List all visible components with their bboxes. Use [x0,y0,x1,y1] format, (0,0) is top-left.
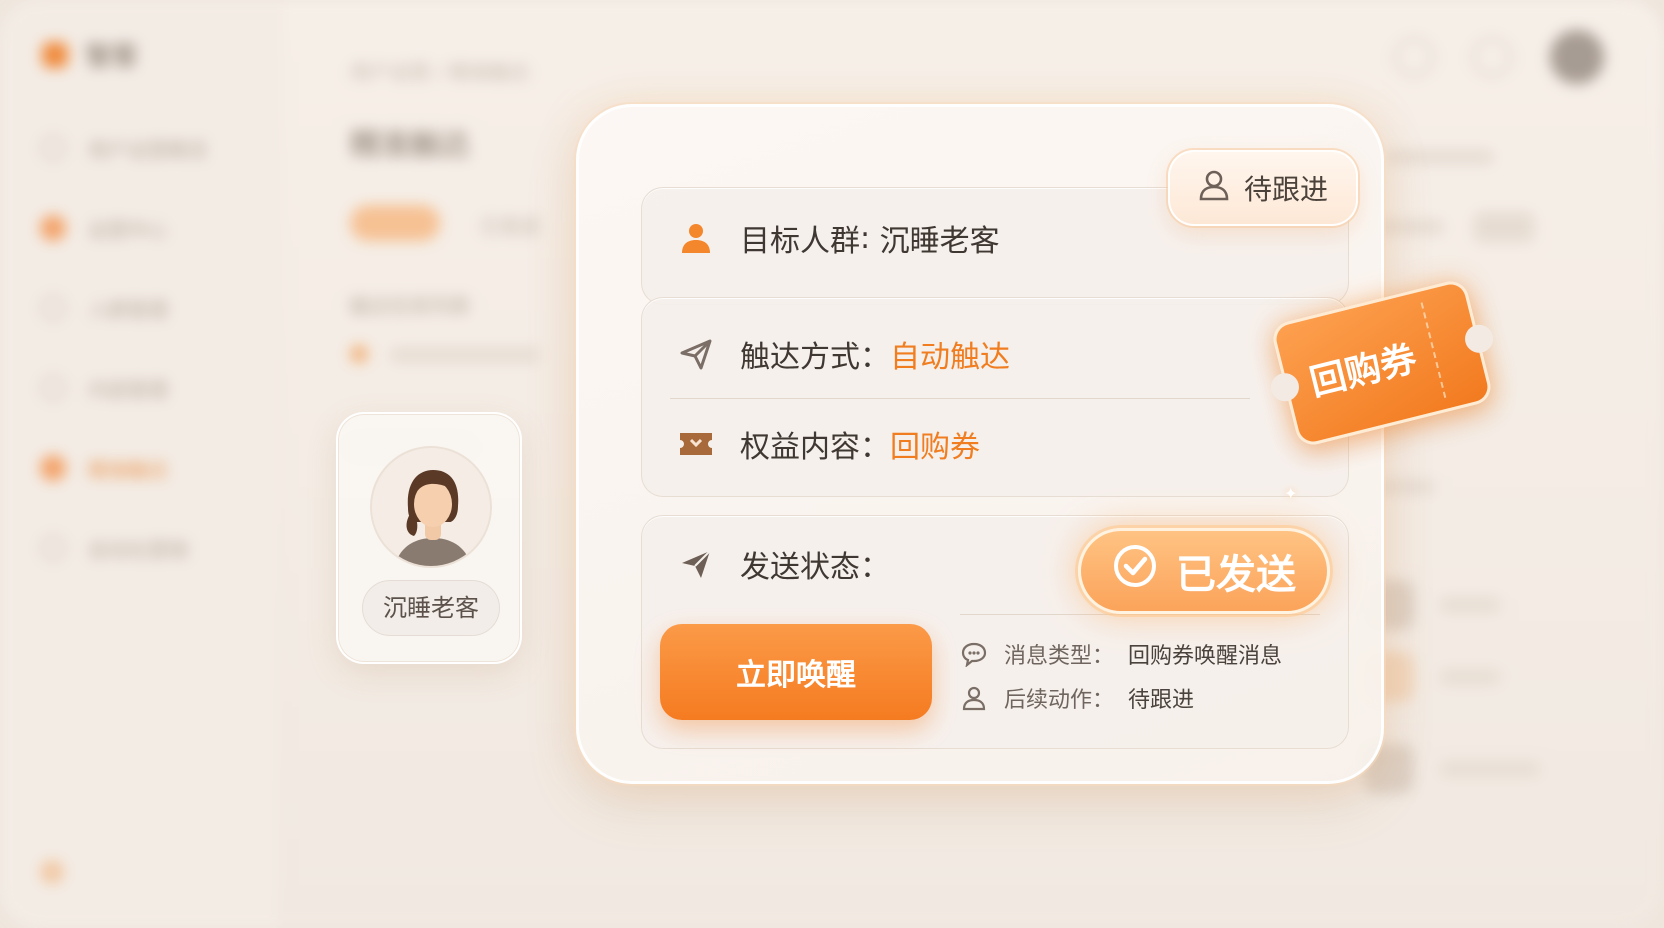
sidebar-item-label: 内容管理 [88,377,168,402]
right-panel [1364,140,1604,840]
sparkle-icon: ✦ [1284,484,1298,503]
sidebar-item-operations[interactable]: 运营中心 [40,188,208,268]
settings-icon[interactable] [1472,37,1512,77]
nav-icon [40,455,66,481]
sidebar-item-label: 自动化营销 [88,537,188,562]
nav-icon [40,535,66,561]
send-icon [678,546,714,582]
chat-bubble-icon [960,640,988,668]
message-type-row: 消息类型 ： 回购券唤醒消息 [960,638,1282,670]
sidebar-footer [40,860,64,884]
sidebar: 智客 用户运营概览 运营中心 人群管理 内容管理 精准触达 自动化营销 [0,0,280,928]
colon: : [860,220,880,256]
target-label: 目标人群 [740,224,860,259]
channel-value: 自动触达 [890,340,1010,375]
logo-icon [42,41,68,68]
placeholder-line [390,348,540,362]
filter-pill[interactable] [350,205,440,241]
app-logo: 智客 [42,36,138,73]
brand-name: 智客 [86,42,139,72]
avatar[interactable] [1550,30,1604,84]
follow-up-value: 待跟进 [1128,688,1195,713]
woman-avatar-icon [372,448,490,566]
follow-up-label: 后续动作 [1004,688,1093,713]
delivery-section: 触达方式 ： 自动触达 权益内容 ： 回购券 [641,297,1349,497]
nav-icon [40,295,66,321]
sidebar-item-label: 精准触达 [88,457,168,482]
list-item [1364,744,1540,794]
target-value: 沉睡老客 [879,224,1000,259]
colon: ： [1092,688,1115,713]
placeholder-line [1440,670,1500,684]
colon: ： [1092,644,1115,669]
status-dot [350,345,368,363]
status-row: 发送状态 ： [678,542,890,586]
placeholder-line [1384,150,1494,164]
sent-status-badge: 已发送 [1078,528,1330,614]
bell-icon[interactable] [1394,37,1434,77]
channel-row: 触达方式 ： 自动触达 [678,332,1010,376]
status-label: 发送状态 [740,550,860,585]
filter-tab[interactable]: 已发送 [480,210,540,239]
target-row: 目标人群 : 沉睡老客 [678,216,1000,260]
ticket-icon [678,426,714,462]
sidebar-item-label: 用户运营概览 [88,137,208,162]
sidebar-item-label: 运营中心 [88,217,168,242]
nav-icon [40,135,66,161]
divider [670,398,1250,399]
person-icon [678,220,714,256]
colon: ： [860,430,890,465]
customer-profile-card[interactable]: 沉睡老客 [336,412,522,664]
benefit-value: 回购券 [890,430,980,465]
wake-now-button[interactable]: 立即唤醒 [660,624,932,720]
section-label: 触达任务列表 [350,294,470,318]
list-item [1364,652,1500,702]
sidebar-item-reach[interactable]: 精准触达 [40,428,208,508]
pending-follow-up-tag[interactable]: 待跟进 [1168,150,1358,226]
placeholder-chip [1474,212,1534,242]
sent-badge-label: 已发送 [1176,552,1296,598]
top-toolbar [1394,30,1604,84]
divider [960,614,1320,615]
placeholder-line [1440,762,1540,776]
person-outline-icon [960,684,988,712]
sidebar-item-label: 人群管理 [88,297,168,322]
sidebar-item-audience[interactable]: 人群管理 [40,268,208,348]
customer-avatar [370,446,492,568]
nav-icon [40,375,66,401]
colon: ： [860,550,890,585]
pending-tag-label: 待跟进 [1243,173,1328,206]
message-type-label: 消息类型 [1004,644,1093,669]
send-outline-icon [678,336,714,372]
customer-name-chip: 沉睡老客 [362,580,500,636]
message-type-value: 回购券唤醒消息 [1128,644,1283,669]
check-circle-icon [1112,543,1158,599]
follow-up-row: 后续动作 ： 待跟进 [960,682,1194,714]
sidebar-item-overview[interactable]: 用户运营概览 [40,108,208,188]
nav-icon [40,215,66,241]
sidebar-nav: 用户运营概览 运营中心 人群管理 内容管理 精准触达 自动化营销 [40,108,208,588]
person-outline-icon [1198,169,1230,208]
placeholder-line [1440,598,1500,612]
benefit-row: 权益内容 ： 回购券 [678,422,980,466]
sidebar-item-content[interactable]: 内容管理 [40,348,208,428]
list-item [1364,580,1500,630]
sidebar-item-automation[interactable]: 自动化营销 [40,508,208,588]
breadcrumb: 用户运营 / 精准触达 [350,60,530,84]
benefit-label: 权益内容 [740,430,860,465]
colon: ： [860,340,890,375]
channel-label: 触达方式 [740,340,860,375]
user-avatar[interactable] [40,860,64,884]
page-title: 精准触达 [350,128,470,163]
